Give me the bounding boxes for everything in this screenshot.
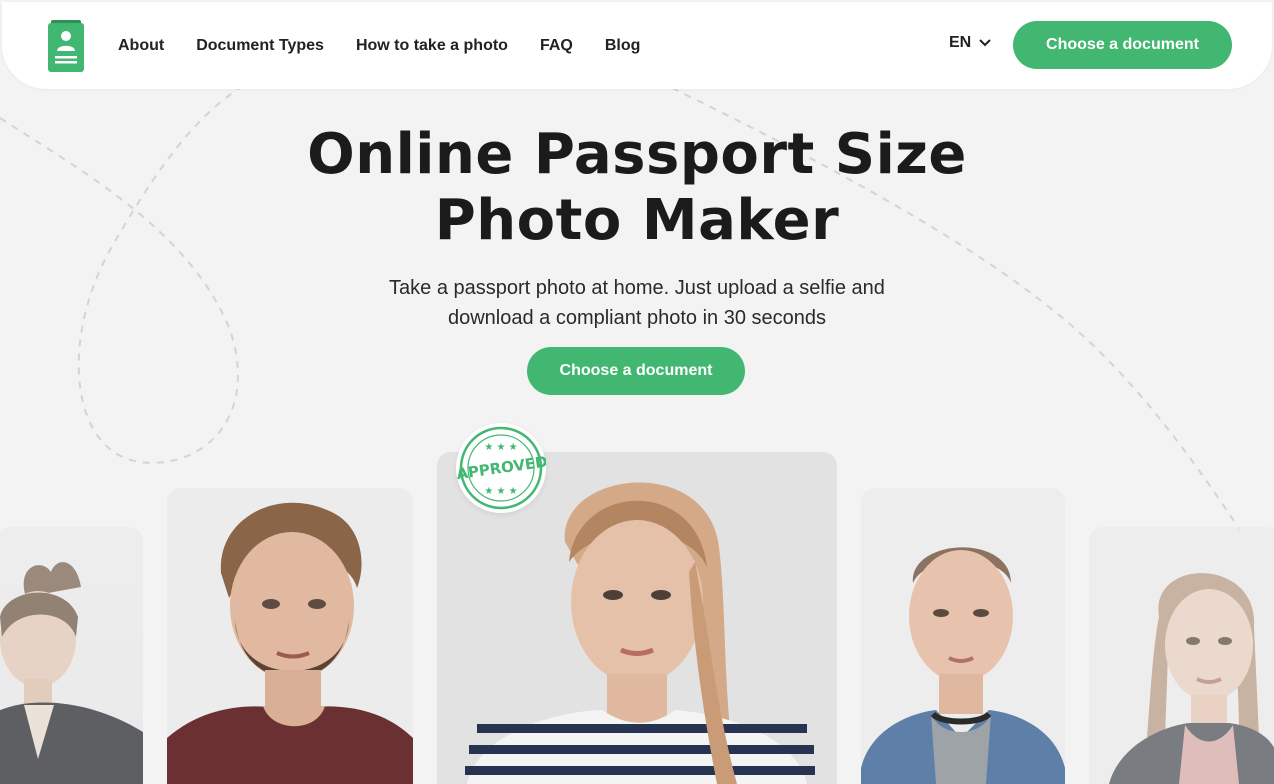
hero-subtitle: Take a passport photo at home. Just uplo… [337, 273, 937, 333]
subtitle-line-2: download a compliant photo in 30 seconds [447, 307, 827, 329]
nav-link-about[interactable]: About [118, 37, 164, 55]
subtitle-line-1: Take a passport photo at home. Just uplo… [389, 277, 885, 299]
stamp-stars-top: ★ ★ ★ [484, 442, 517, 453]
stamp-stars-bottom: ★ ★ ★ [484, 486, 517, 497]
language-label: EN [949, 34, 972, 51]
id-card-icon[interactable] [48, 20, 84, 72]
nav-link-blog[interactable]: Blog [605, 37, 641, 55]
nav-link-document-types[interactable]: Document Types [196, 37, 324, 55]
page-title: Online Passport Size Photo Maker [287, 122, 987, 254]
header-choose-document-button[interactable]: Choose a document [1013, 21, 1232, 69]
nav-link-faq[interactable]: FAQ [540, 37, 573, 55]
main-nav: About Document Types How to take a photo… [118, 2, 672, 89]
sample-photo-young-man-denim-jacket [861, 488, 1065, 784]
approved-stamp: APPROVED ★ ★ ★ ★ ★ ★ [455, 423, 549, 513]
sample-photo-bearded-man [167, 488, 413, 784]
hero-choose-document-button[interactable]: Choose a document [527, 347, 745, 395]
title-line-1: Online Passport Size [307, 122, 967, 187]
nav-link-how-to-take-a-photo[interactable]: How to take a photo [356, 37, 508, 55]
sample-photo-woman-black-jacket [0, 527, 143, 784]
sample-photo-woman-plaid-shirt [1089, 527, 1274, 784]
chevron-down-icon [979, 39, 991, 47]
site-header: About Document Types How to take a photo… [2, 2, 1272, 89]
title-line-2: Photo Maker [434, 188, 840, 253]
approved-stamp-graphic: APPROVED ★ ★ ★ ★ ★ ★ [455, 426, 549, 510]
language-selector[interactable]: EN [949, 34, 992, 52]
